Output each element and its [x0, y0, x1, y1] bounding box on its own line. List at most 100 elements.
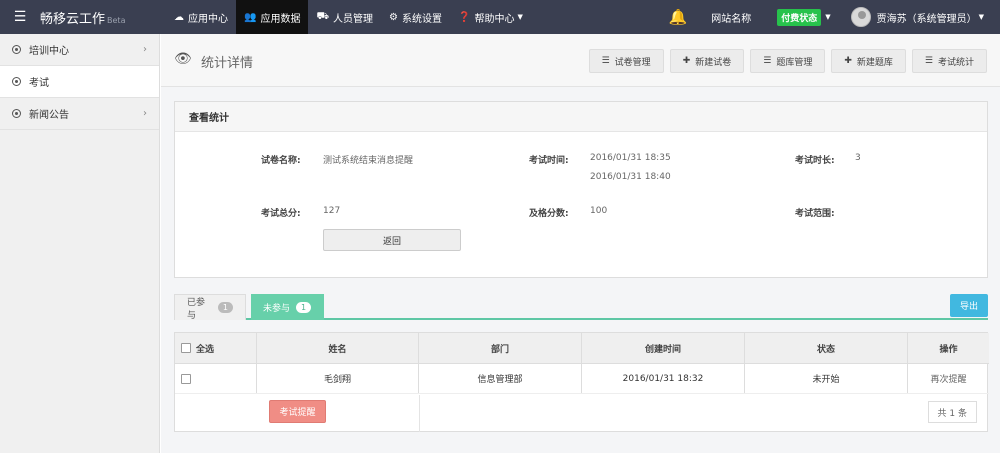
button-label: 试卷管理 — [614, 57, 651, 68]
exam-remind-button[interactable]: 考试提醒 — [269, 400, 326, 423]
pagination-total: 共 1 条 — [927, 401, 977, 423]
status-badge[interactable]: 付费状态 — [777, 8, 822, 26]
header-created: 创建时间 — [582, 333, 745, 363]
table-header: 全选 姓名 部门 创建时间 状态 操作 — [175, 333, 989, 364]
nav-label: 系统设置 — [402, 13, 443, 25]
total-score-label: 考试总分: — [261, 209, 301, 219]
chevron-right-icon: › — [143, 44, 147, 55]
list-icon: ☰ — [601, 56, 610, 66]
circle-dot-icon — [12, 77, 21, 86]
header-select-all[interactable]: 全选 — [175, 333, 257, 363]
row-checkbox[interactable] — [181, 373, 191, 384]
nav-label: 帮助中心 — [474, 13, 515, 25]
avatar[interactable] — [850, 7, 871, 27]
paper-name-label: 试卷名称: — [261, 156, 301, 166]
tab-participated[interactable]: 已参与 1 — [174, 294, 246, 321]
remind-again-link[interactable]: 再次提醒 — [930, 372, 966, 385]
user-menu[interactable]: 贾海苏（系统管理员） — [877, 10, 977, 25]
top-navbar: ☰ 畅移云工作 Beta ☁ 应用中心 👥 应用数据 ⛟ 人员管理 ⚙ 系统设置… — [0, 0, 1000, 34]
bell-icon[interactable]: 🔔 — [663, 8, 693, 26]
circle-dot-icon — [12, 45, 21, 54]
top-right-area: 🔔 网站名称 付费状态 ▼ 贾海苏（系统管理员） ▼ — [663, 0, 1000, 34]
question-bank-button[interactable]: ☰ 题库管理 — [750, 49, 826, 73]
sidebar: 培训中心 › 考试 新闻公告 › — [0, 34, 160, 453]
car-icon: ⛟ — [316, 10, 330, 22]
button-label: 新建题库 — [856, 57, 893, 68]
select-all-label: 全选 — [196, 344, 215, 355]
cell-dept: 信息管理部 — [419, 364, 582, 393]
sidebar-item-news[interactable]: 新闻公告 › — [0, 98, 159, 130]
eye-icon: 👁 — [174, 51, 192, 67]
export-button[interactable]: 导出 — [950, 294, 988, 317]
toolbar: ☰ 试卷管理 ✚ 新建试卷 ☰ 题库管理 ✚ 新建题库 ☰ 考试统计 — [588, 49, 987, 73]
count-badge: 1 — [296, 301, 312, 313]
exam-time-end: 2016/01/31 18:40 — [590, 172, 671, 182]
nav-help[interactable]: ❓ 帮助中心 ▼ — [450, 0, 531, 34]
page-header: 👁 统计详情 ☰ 试卷管理 ✚ 新建试卷 ☰ 题库管理 ✚ 新建题库 ☰ 考试统… — [161, 34, 1000, 87]
brand-logo[interactable]: 畅移云工作 Beta — [40, 8, 166, 27]
gears-icon: ⚙ — [389, 11, 399, 23]
nav-label: 应用数据 — [260, 13, 301, 25]
button-label: 新建试卷 — [695, 57, 732, 68]
scope-label: 考试范围: — [795, 209, 835, 219]
back-button[interactable]: 返回 — [323, 229, 461, 251]
nav-label: 应用中心 — [188, 13, 228, 25]
users-icon: 👥 — [244, 11, 257, 23]
cell-status: 未开始 — [745, 364, 908, 393]
caret-down-icon[interactable]: ▼ — [979, 13, 984, 21]
paper-manage-button[interactable]: ☰ 试卷管理 — [588, 49, 664, 73]
participation-tabs: 已参与 1 未参与 1 — [174, 294, 988, 321]
nav-settings[interactable]: ⚙ 系统设置 — [381, 0, 450, 34]
duration-label: 考试时长: — [795, 156, 835, 166]
tab-not-participated[interactable]: 未参与 1 — [251, 294, 324, 320]
tab-label: 已参与 — [187, 297, 206, 321]
header-dept: 部门 — [419, 333, 582, 363]
duration-value: 3 — [855, 153, 861, 163]
cloud-icon: ☁ — [174, 11, 184, 23]
table-row: 毛剑翔 信息管理部 2016/01/31 18:32 未开始 再次提醒 — [175, 364, 989, 394]
menu-toggle-icon[interactable]: ☰ — [0, 0, 40, 34]
button-label: 考试统计 — [937, 57, 974, 68]
sidebar-item-label: 新闻公告 — [29, 110, 69, 121]
header-status: 状态 — [745, 333, 908, 363]
nav-app-center[interactable]: ☁ 应用中心 — [166, 0, 236, 34]
question-icon: ❓ — [458, 11, 471, 23]
plus-icon: ✚ — [682, 56, 691, 66]
caret-down-icon: ▼ — [517, 13, 523, 21]
exam-stats-button[interactable]: ☰ 考试统计 — [911, 49, 987, 73]
new-paper-button[interactable]: ✚ 新建试卷 — [669, 49, 745, 73]
exam-time-label: 考试时间: — [529, 156, 569, 166]
participants-table: 全选 姓名 部门 创建时间 状态 操作 毛剑翔 信息管理部 2016/01/31… — [174, 332, 989, 432]
brand-beta: Beta — [107, 15, 126, 25]
nav-app-data[interactable]: 👥 应用数据 — [236, 0, 309, 34]
panel-heading: 查看统计 — [175, 102, 987, 132]
caret-down-icon[interactable]: ▼ — [825, 13, 830, 21]
cell-action: 再次提醒 — [908, 364, 989, 393]
paper-name-value: 测试系统结束消息提醒 — [323, 156, 414, 166]
sidebar-item-training[interactable]: 培训中心 › — [0, 34, 159, 66]
page-title: 统计详情 — [201, 56, 254, 71]
row-select[interactable] — [175, 364, 257, 393]
header-action: 操作 — [939, 344, 958, 355]
chevron-right-icon: › — [143, 108, 147, 119]
list-icon: ☰ — [924, 56, 933, 66]
cell-name: 毛剑翔 — [257, 364, 419, 393]
exam-time-start: 2016/01/31 18:35 — [590, 153, 671, 163]
table-footer: 考试提醒 共 1 条 — [175, 395, 989, 432]
sidebar-item-exam[interactable]: 考试 — [0, 66, 159, 98]
circle-dot-icon — [12, 109, 21, 118]
new-bank-button[interactable]: ✚ 新建题库 — [831, 49, 906, 73]
tab-label: 未参与 — [263, 303, 291, 314]
select-all-checkbox[interactable] — [181, 343, 191, 353]
total-score-value: 127 — [323, 206, 341, 216]
plus-icon: ✚ — [844, 56, 852, 66]
sidebar-item-label: 考试 — [29, 78, 49, 89]
main-content: 👁 统计详情 ☰ 试卷管理 ✚ 新建试卷 ☰ 题库管理 ✚ 新建题库 ☰ 考试统… — [161, 34, 1000, 453]
header-name: 姓名 — [257, 333, 419, 363]
cell-created: 2016/01/31 18:32 — [582, 364, 745, 393]
pass-score-label: 及格分数: — [529, 209, 569, 219]
nav-label: 人员管理 — [333, 13, 374, 25]
site-name[interactable]: 网站名称 — [711, 10, 751, 25]
list-icon: ☰ — [763, 56, 772, 66]
nav-personnel[interactable]: ⛟ 人员管理 — [308, 0, 381, 34]
